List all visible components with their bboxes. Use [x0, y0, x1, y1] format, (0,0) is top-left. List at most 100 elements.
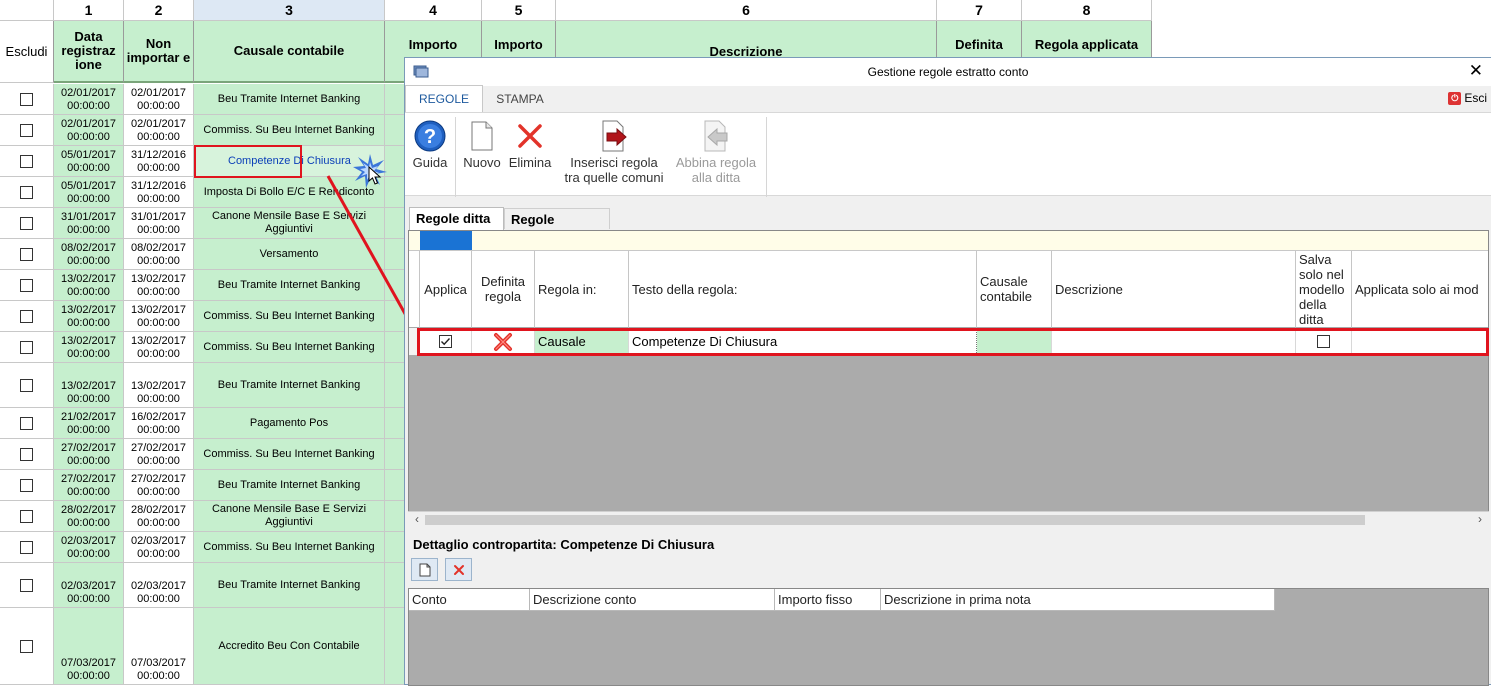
- causale-contabile-cell[interactable]: Accredito Beu Con Contabile: [194, 608, 385, 685]
- col-number-1[interactable]: 1: [54, 0, 124, 21]
- data-registrazione-cell[interactable]: 08/02/2017 00:00:00: [54, 239, 124, 270]
- non-importare-cell[interactable]: 27/02/2017 00:00:00: [124, 470, 194, 501]
- nuovo-button[interactable]: Nuovo: [461, 117, 503, 170]
- causale-contabile-cell[interactable]: Pagamento Pos: [194, 408, 385, 439]
- definita-regola-cell[interactable]: [472, 328, 535, 355]
- escludi-cell[interactable]: [0, 146, 54, 177]
- close-icon[interactable]: ✕: [1469, 61, 1483, 81]
- escludi-checkbox[interactable]: [20, 340, 33, 354]
- escludi-checkbox[interactable]: [20, 247, 33, 261]
- abbina-regola-button[interactable]: Abbina regola alla ditta: [671, 117, 761, 185]
- applicata-solo-cell[interactable]: [1352, 328, 1488, 355]
- header-descrizione[interactable]: Descrizione: [1052, 251, 1296, 328]
- non-importare-cell[interactable]: 13/02/2017 00:00:00: [124, 332, 194, 363]
- header-testo-regola[interactable]: Testo della regola:: [629, 251, 977, 328]
- col-number-8[interactable]: 8: [1022, 0, 1152, 21]
- header-descrizione-prima-nota[interactable]: Descrizione in prima nota: [881, 589, 1275, 611]
- escludi-checkbox[interactable]: [20, 278, 33, 292]
- tab-stampa[interactable]: STAMPA: [483, 86, 557, 112]
- non-importare-cell[interactable]: 31/01/2017 00:00:00: [124, 208, 194, 239]
- header-descrizione-conto[interactable]: Descrizione conto: [530, 589, 775, 611]
- escludi-cell[interactable]: [0, 439, 54, 470]
- escludi-checkbox[interactable]: [20, 185, 33, 199]
- data-registrazione-cell[interactable]: 28/02/2017 00:00:00: [54, 501, 124, 532]
- data-registrazione-cell[interactable]: 07/03/2017 00:00:00: [54, 608, 124, 685]
- data-registrazione-cell[interactable]: 02/01/2017 00:00:00: [54, 115, 124, 146]
- escludi-cell[interactable]: [0, 408, 54, 439]
- col-number-3[interactable]: 3: [194, 0, 385, 21]
- header-applica[interactable]: Applica: [420, 251, 472, 328]
- data-registrazione-cell[interactable]: 13/02/2017 00:00:00: [54, 332, 124, 363]
- elimina-button[interactable]: Elimina: [507, 117, 553, 170]
- data-registrazione-cell[interactable]: 21/02/2017 00:00:00: [54, 408, 124, 439]
- data-registrazione-cell[interactable]: 02/03/2017 00:00:00: [54, 532, 124, 563]
- data-registrazione-cell[interactable]: 13/02/2017 00:00:00: [54, 363, 124, 408]
- non-importare-cell[interactable]: 27/02/2017 00:00:00: [124, 439, 194, 470]
- escludi-cell[interactable]: [0, 532, 54, 563]
- delete-contropartita-button[interactable]: [445, 558, 472, 581]
- data-registrazione-cell[interactable]: 02/01/2017 00:00:00: [54, 84, 124, 115]
- escludi-checkbox[interactable]: [20, 639, 33, 653]
- tab-regole[interactable]: REGOLE: [405, 85, 483, 113]
- non-importare-cell[interactable]: 02/03/2017 00:00:00: [124, 532, 194, 563]
- escludi-checkbox[interactable]: [20, 540, 33, 554]
- applica-checkbox[interactable]: [420, 328, 472, 355]
- salva-solo-checkbox[interactable]: [1296, 328, 1352, 355]
- col-number-2[interactable]: 2: [124, 0, 194, 21]
- escludi-checkbox[interactable]: [20, 509, 33, 523]
- data-registrazione-cell[interactable]: 05/01/2017 00:00:00: [54, 146, 124, 177]
- escludi-checkbox[interactable]: [20, 578, 33, 592]
- escludi-cell[interactable]: [0, 270, 54, 301]
- header-regola-in[interactable]: Regola in:: [535, 251, 629, 328]
- col-number-7[interactable]: 7: [937, 0, 1022, 21]
- escludi-checkbox[interactable]: [20, 378, 33, 392]
- escludi-cell[interactable]: [0, 301, 54, 332]
- data-registrazione-cell[interactable]: 02/03/2017 00:00:00: [54, 563, 124, 608]
- data-registrazione-cell[interactable]: 13/02/2017 00:00:00: [54, 301, 124, 332]
- header-causale-contabile[interactable]: Causale contabile: [977, 251, 1052, 328]
- inserisci-regola-button[interactable]: Inserisci regola tra quelle comuni: [557, 117, 671, 185]
- non-importare-cell[interactable]: 31/12/2016 00:00:00: [124, 177, 194, 208]
- non-importare-cell[interactable]: 02/01/2017 00:00:00: [124, 84, 194, 115]
- col-number-6[interactable]: 6: [556, 0, 937, 21]
- escludi-checkbox[interactable]: [20, 416, 33, 430]
- non-importare-cell[interactable]: 07/03/2017 00:00:00: [124, 608, 194, 685]
- escludi-cell[interactable]: [0, 501, 54, 532]
- header-salva-solo[interactable]: Salva solo nel modello della ditta: [1296, 251, 1352, 328]
- escludi-cell[interactable]: [0, 115, 54, 146]
- add-contropartita-button[interactable]: [411, 558, 438, 581]
- escludi-checkbox[interactable]: [20, 216, 33, 230]
- causale-contabile-cell[interactable]: Beu Tramite Internet Banking: [194, 363, 385, 408]
- escludi-cell[interactable]: [0, 208, 54, 239]
- escludi-cell[interactable]: [0, 177, 54, 208]
- causale-contabile-cell[interactable]: Commiss. Su Beu Internet Banking: [194, 532, 385, 563]
- non-importare-cell[interactable]: 08/02/2017 00:00:00: [124, 239, 194, 270]
- header-applicata-solo[interactable]: Applicata solo ai mod: [1352, 251, 1488, 328]
- esci-button[interactable]: ⏻ Esci: [1448, 90, 1487, 106]
- causale-contabile-cell[interactable]: Beu Tramite Internet Banking: [194, 84, 385, 115]
- tab-regole-ditta[interactable]: Regole ditta: [409, 207, 504, 230]
- escludi-checkbox[interactable]: [20, 92, 33, 106]
- descrizione-cell[interactable]: [1052, 328, 1296, 355]
- non-importare-cell[interactable]: 16/02/2017 00:00:00: [124, 408, 194, 439]
- non-importare-cell[interactable]: 31/12/2016 00:00:00: [124, 146, 194, 177]
- scrollbar-thumb[interactable]: [425, 515, 1365, 525]
- header-conto[interactable]: Conto: [409, 589, 530, 611]
- non-importare-cell[interactable]: 02/03/2017 00:00:00: [124, 563, 194, 608]
- data-registrazione-cell[interactable]: 05/01/2017 00:00:00: [54, 177, 124, 208]
- non-importare-cell[interactable]: 13/02/2017 00:00:00: [124, 301, 194, 332]
- col-number-5[interactable]: 5: [482, 0, 556, 21]
- data-registrazione-cell[interactable]: 31/01/2017 00:00:00: [54, 208, 124, 239]
- horizontal-scrollbar[interactable]: ‹ ›: [408, 511, 1489, 528]
- escludi-cell[interactable]: [0, 563, 54, 608]
- non-importare-cell[interactable]: 13/02/2017 00:00:00: [124, 270, 194, 301]
- regola-in-cell[interactable]: Causale: [535, 328, 629, 355]
- scroll-right-icon[interactable]: ›: [1473, 512, 1487, 528]
- escludi-checkbox[interactable]: [20, 309, 33, 323]
- escludi-cell[interactable]: [0, 470, 54, 501]
- causale-contabile-cell[interactable]: Beu Tramite Internet Banking: [194, 563, 385, 608]
- escludi-cell[interactable]: [0, 84, 54, 115]
- escludi-cell[interactable]: [0, 363, 54, 408]
- scroll-left-icon[interactable]: ‹: [410, 512, 424, 528]
- causale-contabile-cell[interactable]: Canone Mensile Base E Servizi Aggiuntivi: [194, 501, 385, 532]
